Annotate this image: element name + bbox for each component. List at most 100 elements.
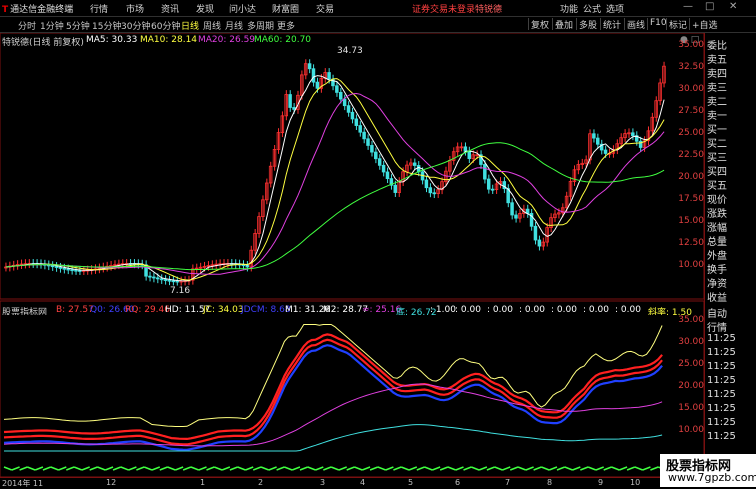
close-icon[interactable]: ✕	[729, 1, 737, 12]
app-name: 通达信金融终端	[10, 5, 74, 15]
menu-caifuquan[interactable]: 财富圈	[272, 2, 299, 15]
candle-body	[463, 146, 468, 152]
signal-strip	[58, 466, 67, 471]
signal-strip	[525, 466, 534, 471]
candle-body	[74, 269, 78, 272]
multi-stock-button[interactable]: 多股	[576, 18, 599, 31]
tab-30min[interactable]: 30分钟	[121, 19, 150, 32]
tab-15min[interactable]: 15分钟	[92, 19, 121, 32]
date-tick: 6	[455, 478, 461, 487]
minimize-icon[interactable]: —	[683, 1, 693, 12]
panel-quote[interactable]: 行情	[707, 319, 727, 334]
signal-strip	[416, 466, 425, 471]
panel-label: 买五	[707, 181, 727, 192]
candle-body	[78, 270, 82, 272]
signal-strip	[611, 466, 620, 471]
signal-strip	[548, 466, 558, 471]
signal-strip	[66, 466, 75, 471]
candle-body	[537, 239, 542, 247]
candle-body	[54, 266, 59, 268]
app-logo-icon: T	[2, 5, 9, 15]
adjust-button[interactable]: 复权	[528, 18, 551, 31]
signal-strip	[221, 466, 231, 471]
tab-daily[interactable]: 日线	[181, 19, 199, 32]
tab-fenshi[interactable]: 分时	[18, 19, 36, 32]
draw-button[interactable]: 画线	[624, 18, 647, 31]
menu-hangqing[interactable]: 行情	[90, 2, 108, 15]
ind-y-tick: 10.00	[678, 425, 704, 435]
date-tick: 2014年 11	[2, 479, 44, 488]
candle-body	[510, 202, 514, 216]
signal-strip	[556, 466, 566, 471]
ma20-label: MA20: 26.59	[198, 35, 256, 45]
menu-gongshi[interactable]: 公式	[583, 2, 601, 15]
ma60-label: MA60: 20.70	[254, 35, 312, 45]
stats-button[interactable]: 统计	[600, 18, 623, 31]
signal-strip	[291, 466, 301, 471]
menu-jiaoyi[interactable]: 交易	[316, 2, 334, 15]
mark-button[interactable]: 标记	[666, 18, 689, 31]
tab-5min[interactable]: 5分钟	[66, 19, 90, 32]
candle-body	[596, 137, 600, 145]
panel-label: 买三	[707, 153, 727, 164]
overlay-button[interactable]: 叠加	[552, 18, 575, 31]
kline-chart-area[interactable]	[0, 0, 756, 487]
signal-strip	[245, 466, 254, 471]
tick-time: 11:25	[707, 431, 736, 442]
menu-shichang[interactable]: 市场	[126, 2, 144, 15]
add-watchlist-button[interactable]: +自选	[689, 18, 720, 31]
panel-auto[interactable]: 自动	[707, 305, 727, 320]
menu-zixun[interactable]: 资讯	[161, 2, 179, 15]
menu-faxian[interactable]: 发现	[196, 2, 214, 15]
candle-body	[381, 164, 386, 173]
signal-strip	[19, 466, 28, 471]
signal-strip	[509, 466, 519, 471]
signal-strip	[198, 466, 207, 471]
panel-label: 委比	[707, 41, 727, 52]
tab-60min[interactable]: 60分钟	[151, 19, 180, 32]
ind-v6: : 0.00	[583, 305, 609, 315]
candle-body	[58, 266, 63, 269]
menu-xuanxiang[interactable]: 选项	[606, 2, 624, 15]
signal-strip	[276, 466, 285, 471]
tab-weekly[interactable]: 周线	[203, 19, 221, 32]
login-notice[interactable]: 证券交易未登录	[412, 2, 475, 15]
tick-time: 11:25	[707, 389, 736, 400]
candle-body	[335, 85, 339, 93]
signal-strip	[471, 466, 480, 471]
date-tick: 8	[547, 478, 553, 487]
signal-strip	[284, 466, 293, 471]
tab-multi-period[interactable]: 多周期	[247, 19, 274, 32]
candle-body	[467, 150, 471, 159]
y-tick: 22.50	[678, 150, 704, 160]
panel-label: 卖五	[707, 55, 727, 66]
signal-strip	[564, 466, 573, 471]
candle-body	[346, 105, 351, 113]
signal-strip	[424, 466, 433, 471]
signal-strip	[268, 466, 277, 471]
ma-line-5	[5, 75, 665, 282]
candle-body	[358, 125, 362, 133]
signal-strip	[3, 466, 13, 471]
signal-strip	[299, 466, 309, 471]
maximize-icon[interactable]: □	[705, 1, 714, 12]
ma10-label: MA10: 28.14	[140, 35, 198, 45]
menu-gongneng[interactable]: 功能	[560, 2, 578, 15]
candle-body	[171, 280, 176, 283]
candle-body	[338, 92, 343, 100]
signal-strip	[182, 466, 192, 471]
candle-body	[483, 164, 487, 180]
candle-body	[377, 158, 382, 166]
tab-1min[interactable]: 1分钟	[40, 19, 64, 32]
ind-v1: : 1.00	[430, 305, 456, 315]
signal-strip	[42, 466, 51, 471]
ma-line-20	[5, 92, 665, 275]
main-chart-info: 特锐德(日线 前复权) MA5: 30.33 MA10: 28.14 MA20:…	[0, 33, 704, 48]
candle-body	[50, 265, 55, 268]
tick-time: 11:25	[707, 347, 736, 358]
tab-more[interactable]: 更多	[277, 19, 295, 32]
menu-wenxiaoda[interactable]: 问小达	[229, 2, 256, 15]
ind-v7: : 0.00	[615, 305, 641, 315]
tab-monthly[interactable]: 月线	[225, 19, 243, 32]
y-tick: 32.50	[678, 62, 704, 72]
